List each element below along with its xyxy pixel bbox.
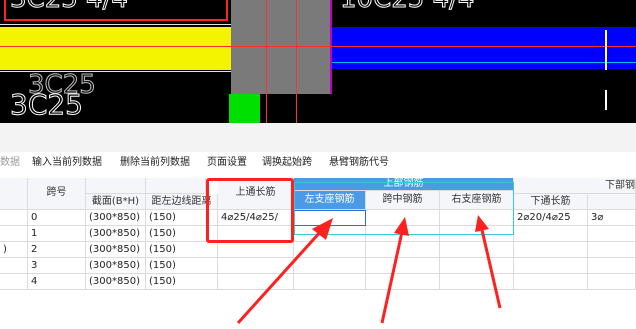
table-cell-lead[interactable] (0, 274, 28, 290)
table-cell-extra[interactable] (588, 242, 636, 258)
table-cell-bottom-through[interactable] (514, 274, 588, 290)
panel-gap (0, 123, 636, 152)
annotation-red-box-top-through (206, 178, 294, 243)
table-cell-span[interactable]: 2 (28, 242, 86, 258)
header-section-top (86, 178, 146, 194)
table-cell-extra[interactable] (588, 226, 636, 242)
table-cell-edge[interactable]: (150) (146, 274, 218, 290)
toolbar-insert-column-data[interactable]: 输入当前列数据 (32, 152, 102, 174)
cad-label-large: 3C25 (10, 88, 84, 122)
table-cell-bottom-through[interactable]: 2⌀20/4⌀25 (514, 210, 588, 226)
table-cell-left-support[interactable] (294, 258, 366, 274)
table-cell-bottom-through[interactable] (514, 258, 588, 274)
table-cell-span[interactable]: 3 (28, 258, 86, 274)
header-lead (0, 178, 28, 210)
table-cell-extra[interactable]: 3⌀ (588, 210, 636, 226)
cad-red-hline (0, 46, 636, 47)
table-cell-top-through[interactable] (218, 274, 294, 290)
toolbar-item-data[interactable]: 数据 (0, 152, 20, 174)
cad-top-text-right: 10C25 4/4 (339, 0, 474, 15)
toolbar-page-settings[interactable]: 页面设置 (207, 152, 247, 174)
table-cell-lead[interactable] (0, 226, 28, 242)
table-cell-lead[interactable]: ) (0, 242, 28, 258)
table-cell-right-support[interactable] (440, 274, 514, 290)
table-cell-top-through[interactable] (218, 258, 294, 274)
table-cell-left-support[interactable] (294, 274, 366, 290)
table-cell-span[interactable]: 4 (28, 274, 86, 290)
cad-red-vline-2 (296, 0, 297, 123)
selection-frame (294, 182, 514, 235)
table-cell-span[interactable]: 1 (28, 226, 86, 242)
table-toolbar: 数据 输入当前列数据 删除当前列数据 页面设置 调换起始跨 悬臂钢筋代号 (0, 152, 636, 174)
cad-drawing-canvas[interactable]: 3C25 4/4 10C25 4/4 3C25 3C25 (0, 0, 636, 123)
header-bottom-through: 下通长筋 (514, 194, 588, 210)
table-cell-right-support[interactable] (440, 242, 514, 258)
cad-top-text-left: 3C25 4/4 (10, 0, 129, 15)
table-cell-section[interactable]: (300*850) (86, 226, 146, 242)
cad-grey-column (231, 0, 331, 94)
header-section: 截面(B*H) (86, 194, 146, 210)
table-cell-section[interactable]: (300*850) (86, 274, 146, 290)
cad-white-tick (605, 30, 607, 70)
table-cell-span[interactable]: 0 (28, 210, 86, 226)
toolbar-swap-start-span[interactable]: 调换起始跨 (262, 152, 312, 174)
rebar-grid-table: 跨号 截面(B*H) 距左边线距离 上通长筋 上部钢筋 左支座钢筋 跨中钢筋 右… (0, 178, 636, 302)
table-cell-extra[interactable] (588, 258, 636, 274)
header-span: 跨号 (28, 178, 86, 210)
table-cell-mid-span[interactable] (366, 274, 440, 290)
table-cell-bottom-through[interactable] (514, 242, 588, 258)
table-cell-extra[interactable] (588, 274, 636, 290)
header-bottom-extra (588, 194, 636, 210)
table-cell-edge[interactable]: (150) (146, 242, 218, 258)
cad-beam-outline (0, 24, 266, 72)
header-edge-top (146, 178, 206, 194)
cad-green-block (229, 94, 260, 123)
table-cell-top-through[interactable] (218, 242, 294, 258)
table-cell-section[interactable]: (300*850) (86, 242, 146, 258)
table-cell-bottom-through[interactable] (514, 226, 588, 242)
toolbar-delete-column-data[interactable]: 删除当前列数据 (120, 152, 190, 174)
table-cell-edge[interactable]: (150) (146, 258, 218, 274)
table-cell-section[interactable]: (300*850) (86, 258, 146, 274)
cad-cyan-line (332, 62, 636, 63)
table-cell-section[interactable]: (300*850) (86, 210, 146, 226)
table-cell-lead[interactable] (0, 258, 28, 274)
cad-white-tick-2 (605, 90, 607, 110)
table-cell-lead[interactable] (0, 210, 28, 226)
toolbar-cantilever-code[interactable]: 悬臂钢筋代号 (329, 152, 389, 174)
table-cell-mid-span[interactable] (366, 242, 440, 258)
table-cell-mid-span[interactable] (366, 258, 440, 274)
cad-red-vline (266, 0, 267, 123)
header-bottom-group: 下部钢 (514, 178, 636, 194)
table-cell-left-support[interactable] (294, 242, 366, 258)
table-cell-right-support[interactable] (440, 258, 514, 274)
